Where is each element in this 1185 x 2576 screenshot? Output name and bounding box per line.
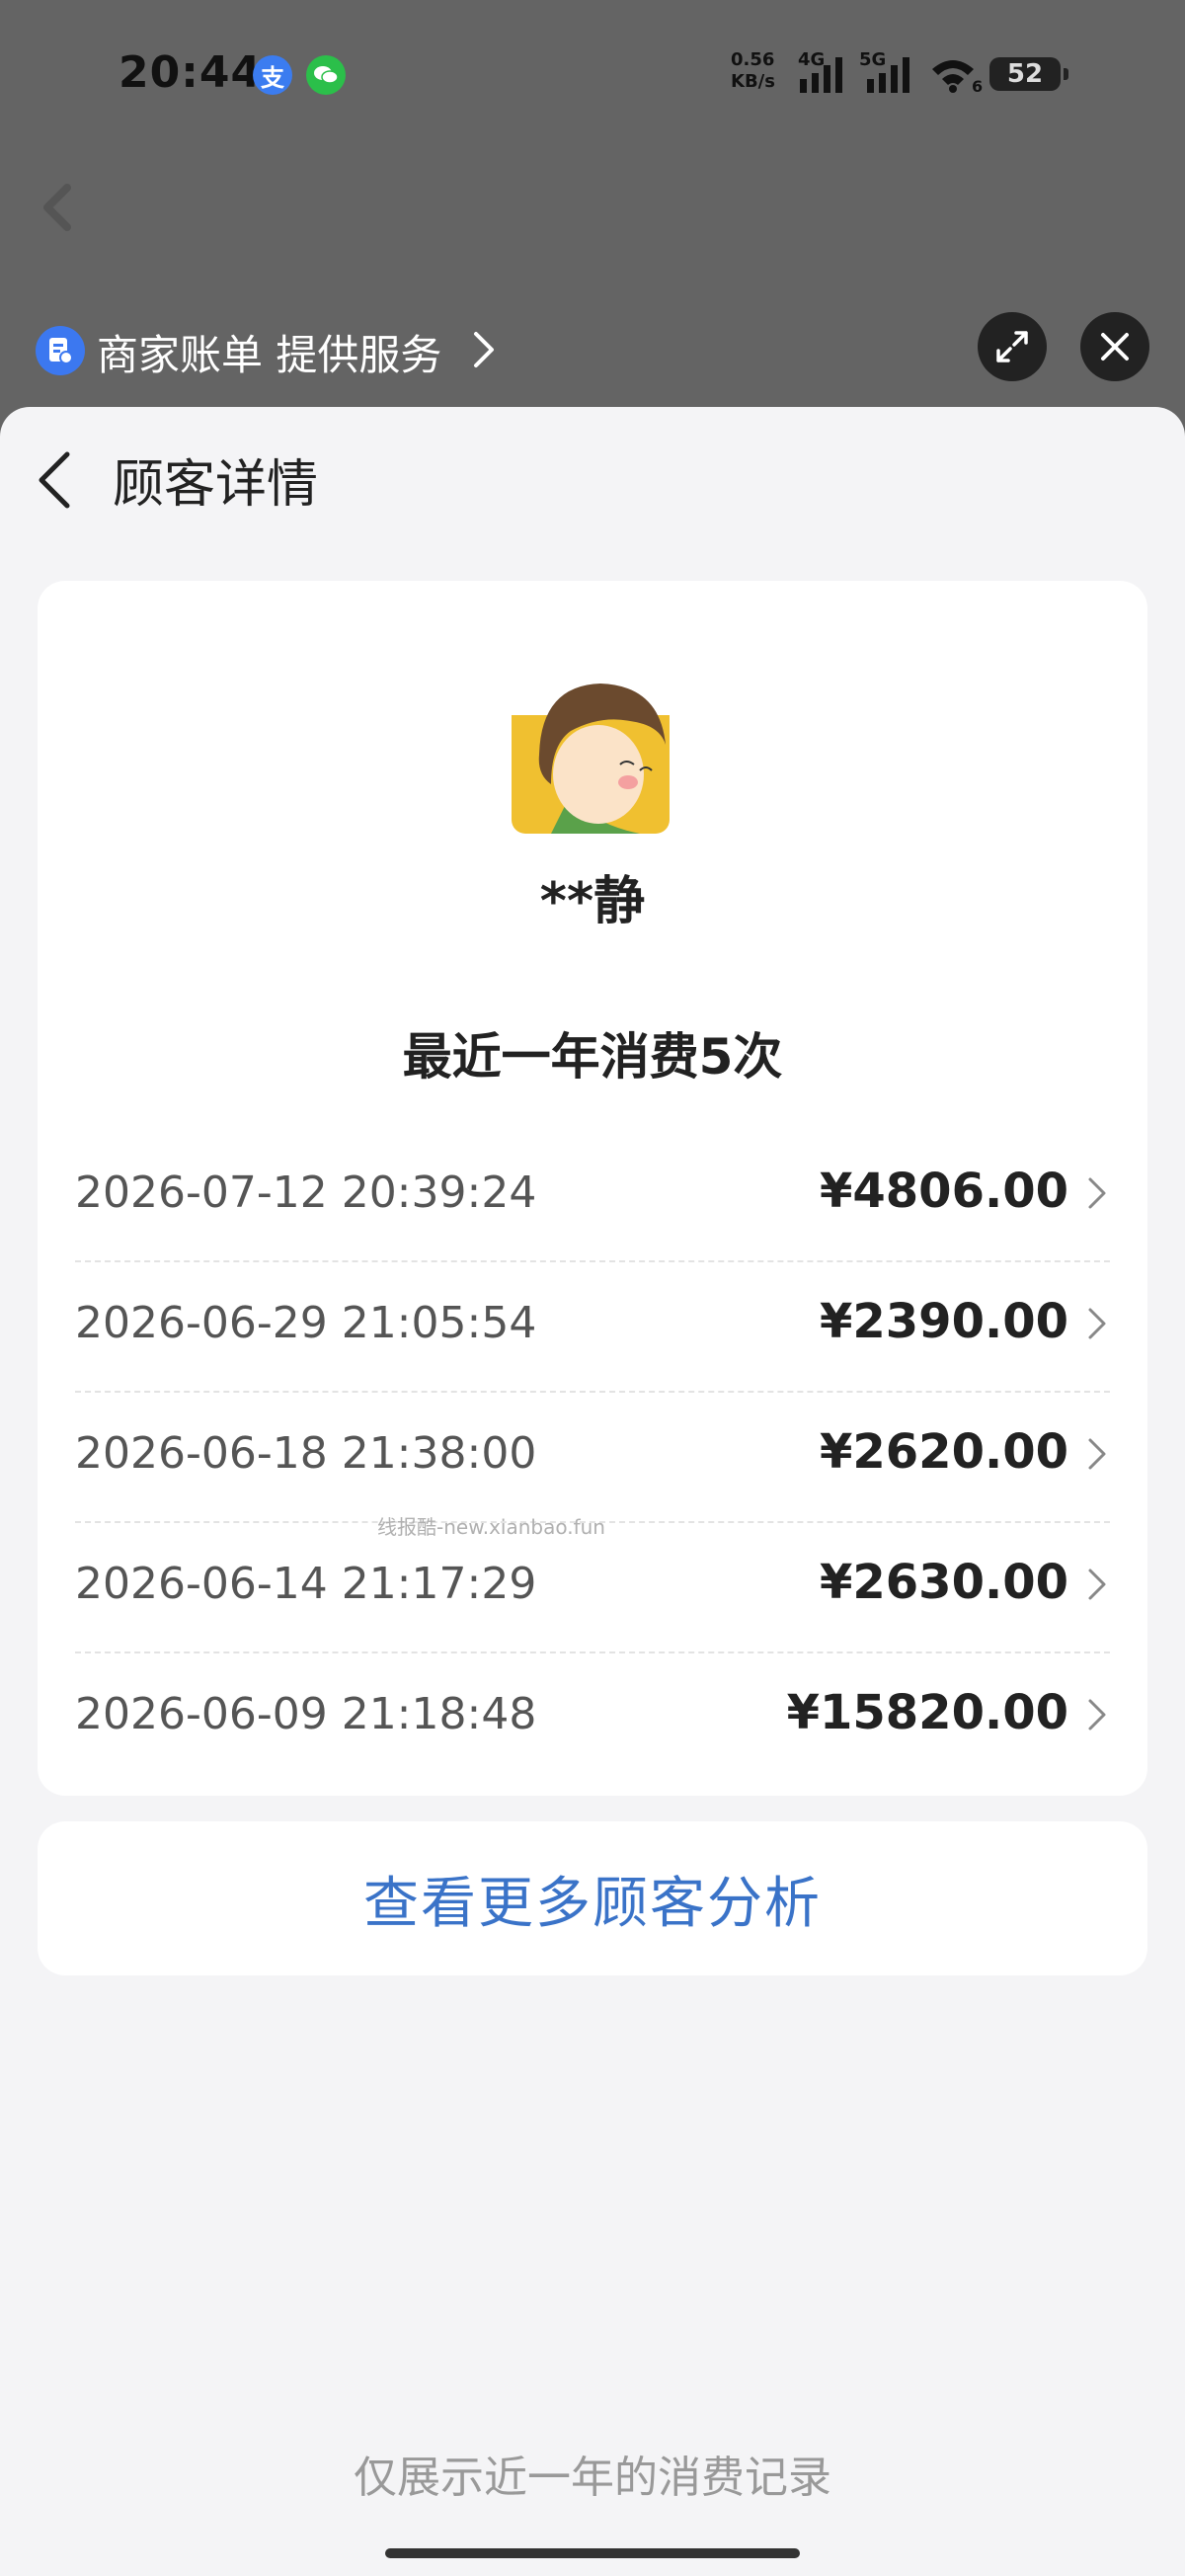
record-row[interactable]: 2026-06-29 21:05:54 ¥2390.00 [75,1262,1110,1393]
back-arrow-icon [39,451,70,509]
status-bar: 20:44 支 0.56 KB/s 4G 5G 6 52 [0,0,1185,148]
record-amount: ¥2390.00 [819,1294,1068,1349]
chevron-right-icon [1088,1177,1106,1209]
back-button[interactable] [30,444,89,514]
record-row[interactable]: 2026-06-18 21:38:00 ¥2620.00 [75,1393,1110,1523]
status-time: 20:44 [118,47,263,98]
more-analysis-button[interactable]: 查看更多顾客分析 [38,1821,1147,1975]
background-back-icon [30,178,89,237]
chevron-right-icon [1088,1699,1106,1731]
page-title: 顾客详情 [113,455,319,515]
network-speed-unit: KB/s [731,71,775,92]
service-provider-link[interactable]: 商家账单 提供服务 [97,322,441,382]
footer-note: 仅展示近一年的消费记录 [354,2453,831,2503]
expand-icon [996,331,1028,362]
record-row[interactable]: 2026-07-12 20:39:24 ¥4806.00 [75,1132,1110,1262]
record-date: 2026-06-18 21:38:00 [75,1428,537,1479]
customer-name: **静 [539,872,646,931]
close-button[interactable] [1080,312,1149,381]
expand-button[interactable] [978,312,1047,381]
battery-icon: 52 [989,57,1068,91]
record-amount: ¥2620.00 [819,1424,1068,1480]
record-row[interactable]: 2026-06-14 21:17:29 ¥2630.00 [75,1523,1110,1653]
record-amount: ¥2630.00 [819,1555,1068,1610]
record-date: 2026-06-29 21:05:54 [75,1298,537,1348]
wifi-num: 6 [972,77,984,96]
wifi-icon: 6 [928,57,983,97]
wechat-icon [306,55,346,95]
battery-level: 52 [1006,59,1044,89]
record-amount: ¥15820.00 [786,1685,1068,1740]
record-date: 2026-06-09 21:18:48 [75,1689,537,1739]
record-list: 2026-07-12 20:39:24 ¥4806.00 2026-06-29 … [75,1132,1110,1782]
merchant-bill-icon [36,326,85,375]
watermark: 线报酷-new.xianbao.fun [377,1515,605,1539]
more-analysis-label: 查看更多顾客分析 [363,1871,822,1936]
chevron-right-icon [1088,1438,1106,1470]
alipay-icon: 支 [253,55,292,95]
record-date: 2026-06-14 21:17:29 [75,1559,537,1609]
record-date: 2026-07-12 20:39:24 [75,1167,537,1218]
record-amount: ¥4806.00 [819,1164,1068,1219]
network-speed: 0.56 KB/s [731,49,775,93]
chevron-right-icon [1088,1308,1106,1339]
record-row[interactable]: 2026-06-09 21:18:48 ¥15820.00 [75,1653,1110,1782]
home-indicator[interactable] [385,2548,800,2558]
close-icon [1101,333,1129,361]
chevron-right-icon [1088,1569,1106,1600]
network-speed-value: 0.56 [731,49,775,70]
consumption-summary: 最近一年消费5次 [402,1028,783,1086]
avatar [512,676,670,834]
chevron-right-icon[interactable] [472,330,496,373]
